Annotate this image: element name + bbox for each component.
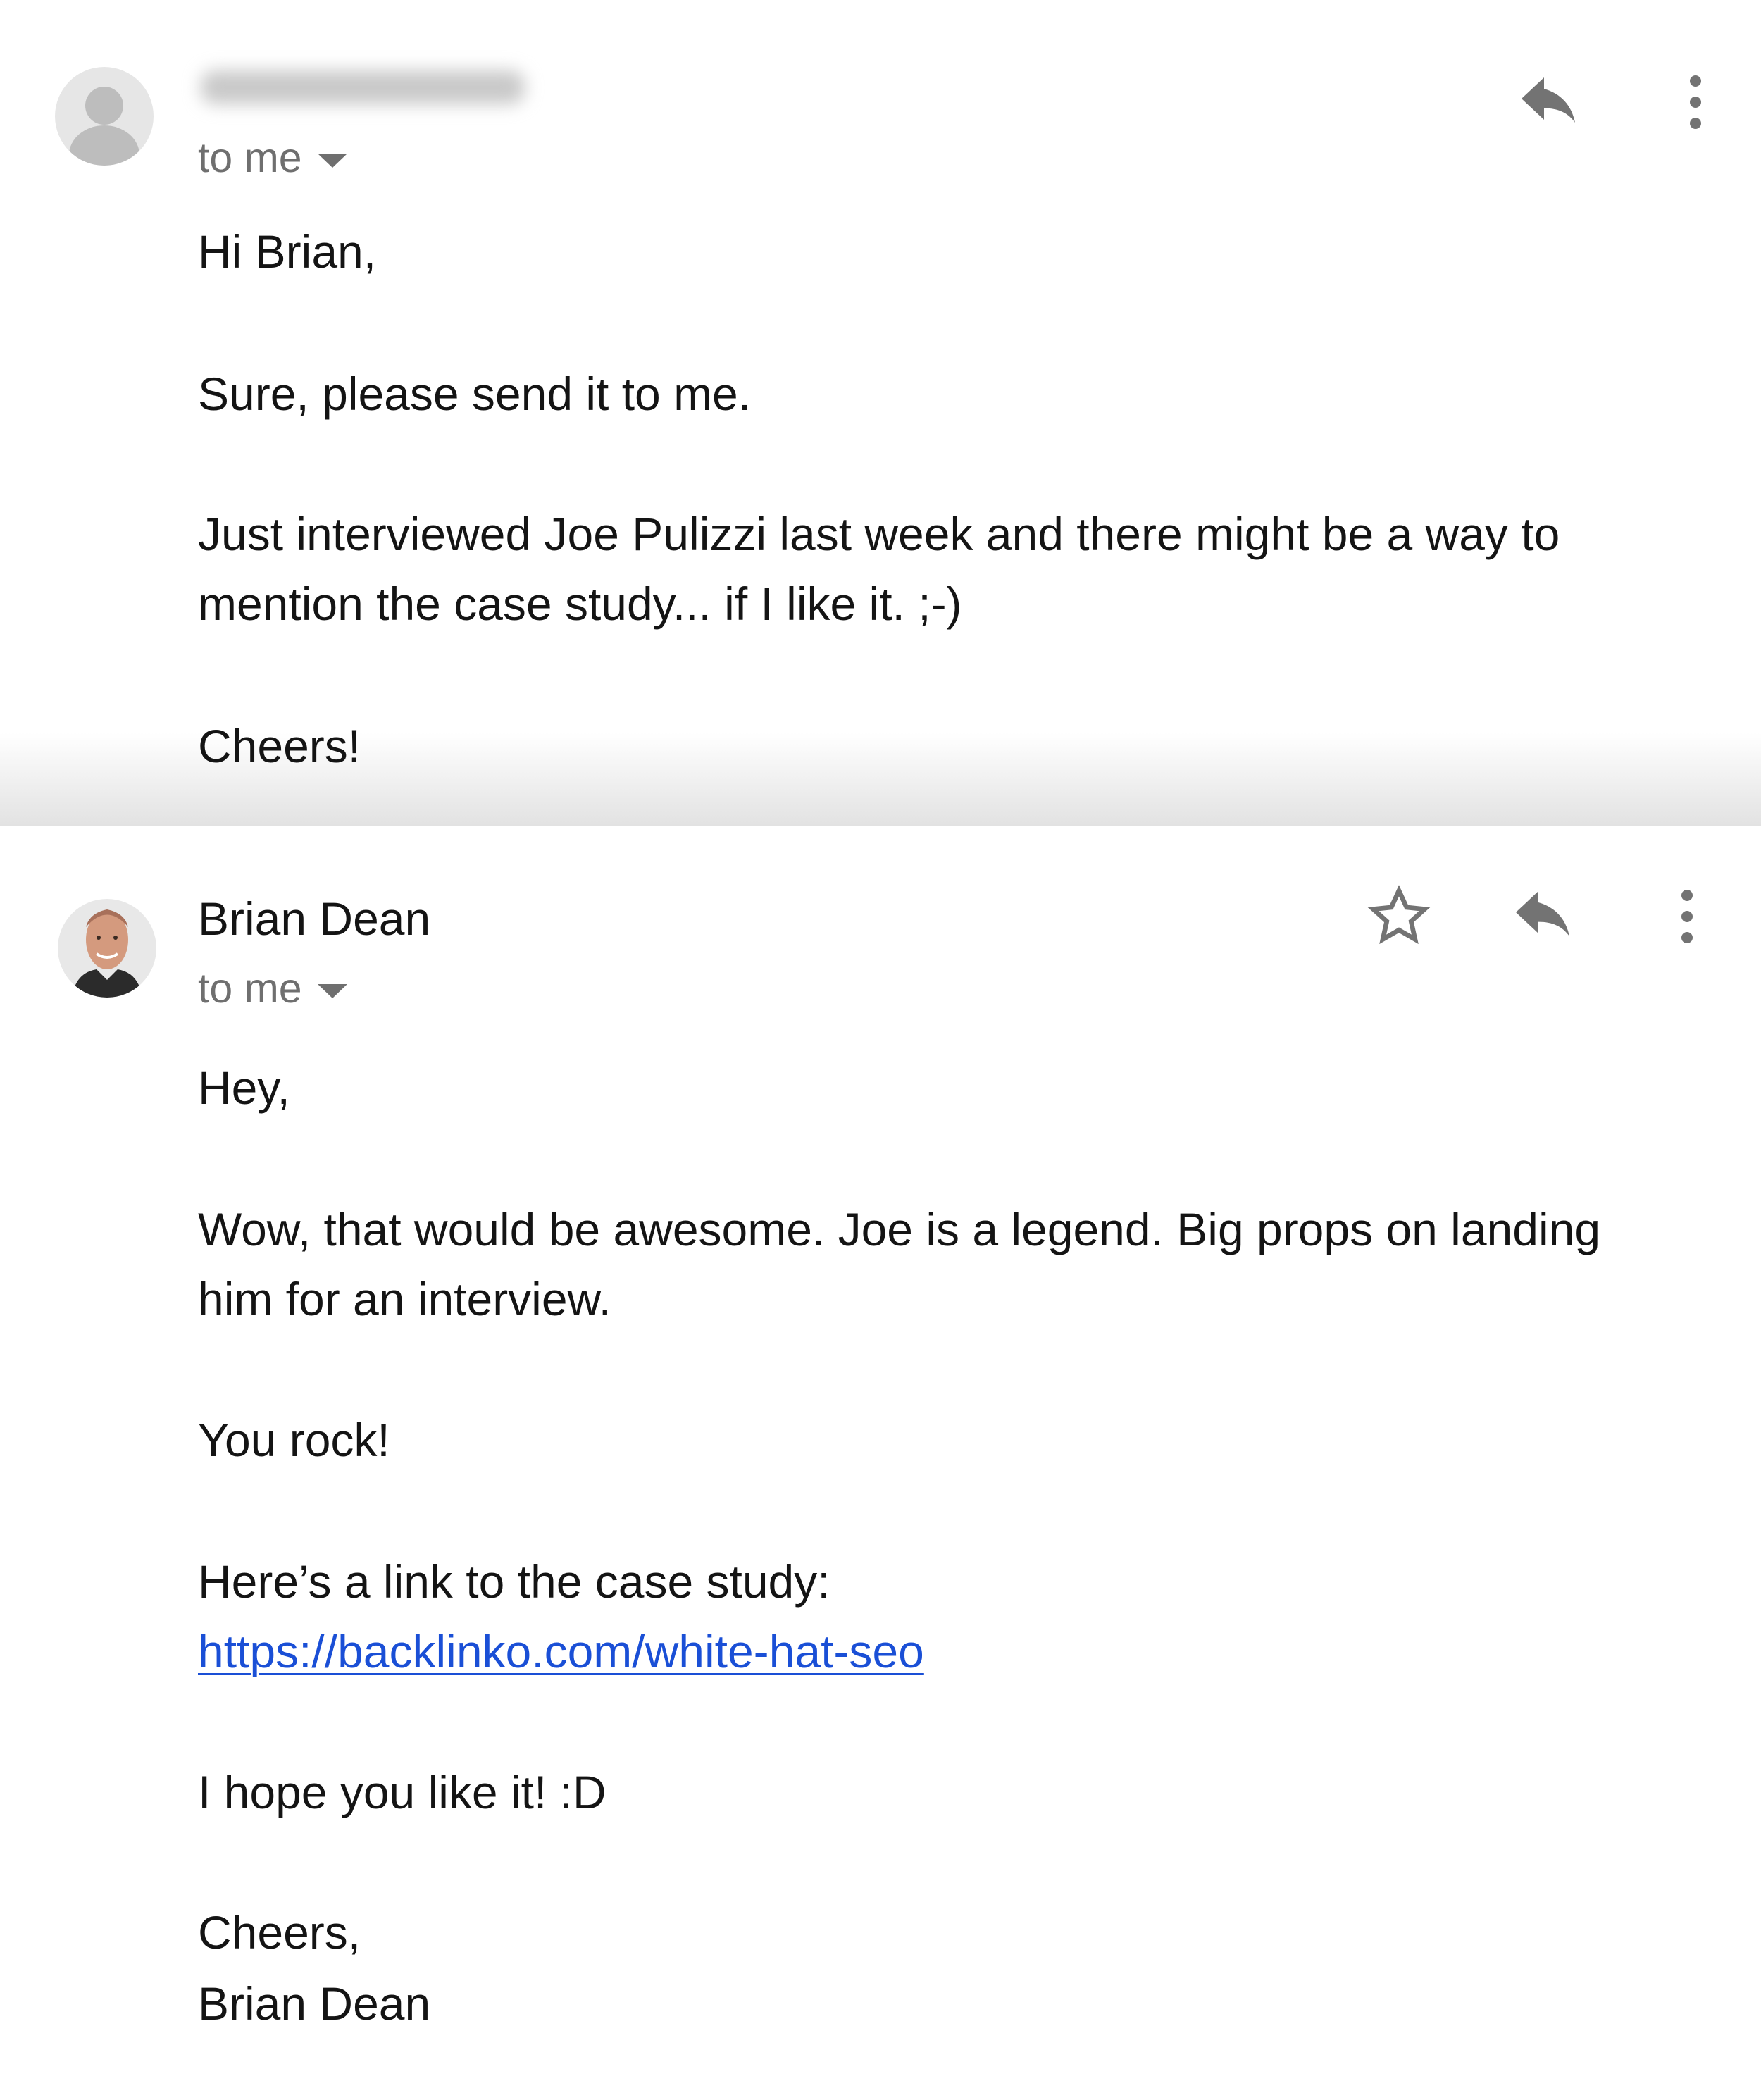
- recipient-details-toggle[interactable]: to me: [198, 130, 347, 186]
- more-vert-icon[interactable]: [1675, 888, 1699, 945]
- recipient-label: to me: [198, 965, 302, 1012]
- chevron-down-icon: [317, 154, 347, 168]
- recipient-label: to me: [198, 135, 302, 181]
- body-line: Here’s a link to the case study:: [198, 1555, 830, 1608]
- sender-name-redacted: [201, 70, 525, 104]
- body-line: him for an interview.: [198, 1273, 611, 1325]
- reply-icon[interactable]: [1509, 891, 1579, 948]
- body-line: You rock!: [198, 1414, 390, 1466]
- sender-avatar[interactable]: [55, 67, 154, 166]
- case-study-link[interactable]: https://backlinko.com/white-hat-seo: [198, 1625, 924, 1677]
- signoff: Cheers,: [198, 1906, 361, 1958]
- body-line: I hope you like it! :D: [198, 1766, 606, 1818]
- body-line: mention the case study... if I like it. …: [198, 578, 962, 630]
- star-icon[interactable]: [1367, 884, 1431, 948]
- person-icon: [69, 87, 139, 166]
- body-line: Wow, that would be awesome. Joe is a leg…: [198, 1203, 1601, 1255]
- body-line: Hi Brian,: [198, 225, 377, 278]
- body-line: Just interviewed Joe Pulizzi last week a…: [198, 508, 1560, 560]
- recipient-details-toggle[interactable]: to me: [198, 960, 347, 1017]
- body-line: Hey,: [198, 1062, 290, 1114]
- chevron-down-icon: [317, 984, 347, 999]
- reply-icon[interactable]: [1514, 77, 1585, 134]
- sender-avatar-photo[interactable]: [58, 899, 156, 998]
- body-line: Sure, please send it to me.: [198, 368, 752, 420]
- sender-name: Brian Dean: [198, 893, 431, 945]
- body-line: Cheers!: [198, 720, 361, 772]
- more-vert-icon[interactable]: [1684, 74, 1707, 130]
- signature: Brian Dean: [198, 1977, 431, 2030]
